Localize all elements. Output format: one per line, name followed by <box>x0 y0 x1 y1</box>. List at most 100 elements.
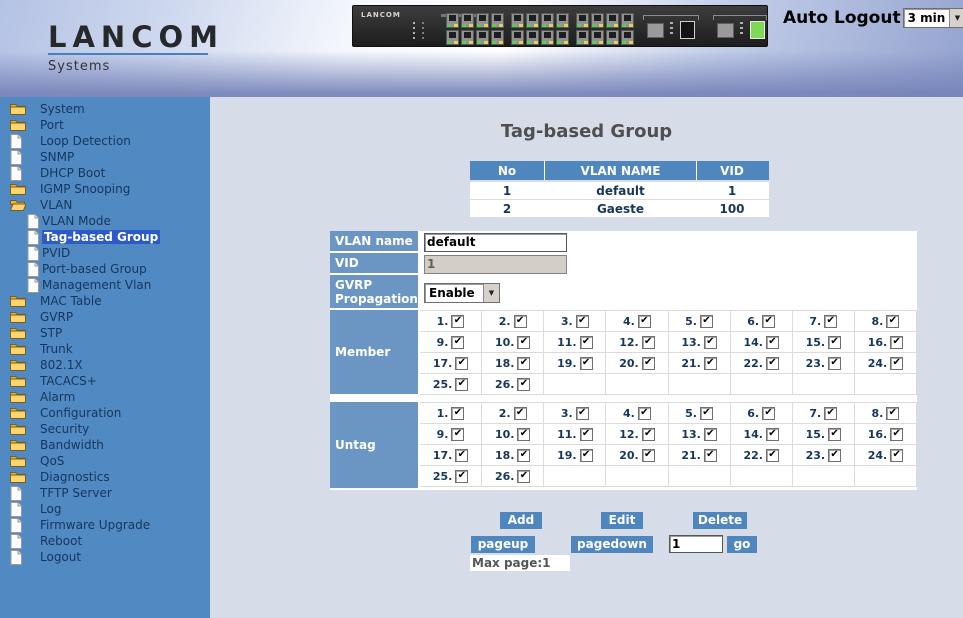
port-checkbox[interactable]: ✔ <box>580 357 593 370</box>
port-checkbox[interactable]: ✔ <box>762 315 775 328</box>
port-checkbox[interactable]: ✔ <box>828 449 841 462</box>
sidebar-item-stp[interactable]: STP <box>0 325 210 341</box>
port-checkbox[interactable]: ✔ <box>517 449 530 462</box>
device-combo-leds <box>670 22 673 34</box>
folder-icon <box>10 310 27 325</box>
port-checkbox[interactable]: ✔ <box>576 315 589 328</box>
port-checkbox[interactable]: ✔ <box>890 336 903 349</box>
port-checkbox[interactable]: ✔ <box>638 407 651 420</box>
sidebar-item-vlan[interactable]: VLAN <box>0 197 210 213</box>
sidebar-item-alarm[interactable]: Alarm <box>0 389 210 405</box>
port-checkbox[interactable]: ✔ <box>886 315 899 328</box>
port-checkbox[interactable]: ✔ <box>580 336 593 349</box>
sidebar-item-loop-detection[interactable]: Loop Detection <box>0 133 210 149</box>
port-checkbox[interactable]: ✔ <box>890 357 903 370</box>
port-checkbox[interactable]: ✔ <box>704 336 717 349</box>
port-checkbox[interactable]: ✔ <box>766 336 779 349</box>
sidebar-item-vlan-mode[interactable]: VLAN Mode <box>0 213 210 229</box>
port-checkbox[interactable]: ✔ <box>704 449 717 462</box>
delete-button[interactable]: Delete <box>693 512 747 529</box>
port-checkbox[interactable]: ✔ <box>517 357 530 370</box>
sidebar-item-label: 802.1X <box>40 358 83 372</box>
sidebar-item-tftp-server[interactable]: TFTP Server <box>0 485 210 501</box>
port-checkbox[interactable]: ✔ <box>828 428 841 441</box>
add-button[interactable]: Add <box>500 512 542 529</box>
port-checkbox[interactable]: ✔ <box>580 449 593 462</box>
gvrp-select[interactable]: Enable ▼ <box>424 283 500 303</box>
port-checkbox[interactable]: ✔ <box>828 357 841 370</box>
sidebar-item-security[interactable]: Security <box>0 421 210 437</box>
port-number: 13. <box>681 428 701 441</box>
port-checkbox[interactable]: ✔ <box>642 428 655 441</box>
sidebar-nav: SystemPortLoop DetectionSNMPDHCP BootIGM… <box>0 101 210 565</box>
port-checkbox[interactable]: ✔ <box>824 407 837 420</box>
vlan-name-input[interactable] <box>424 233 567 252</box>
port-checkbox[interactable]: ✔ <box>700 407 713 420</box>
port-checkbox[interactable]: ✔ <box>762 407 775 420</box>
auto-logout-select[interactable]: 3 min ▼ <box>903 8 963 28</box>
port-checkbox[interactable]: ✔ <box>455 378 468 391</box>
sidebar-item-management-vlan[interactable]: Management Vlan <box>0 277 210 293</box>
port-checkbox[interactable]: ✔ <box>890 428 903 441</box>
edit-button[interactable]: Edit <box>601 512 643 529</box>
port-checkbox[interactable]: ✔ <box>517 470 530 483</box>
sidebar-item-qos[interactable]: QoS <box>0 453 210 469</box>
sidebar-item-mac-table[interactable]: MAC Table <box>0 293 210 309</box>
port-checkbox[interactable]: ✔ <box>704 428 717 441</box>
port-checkbox[interactable]: ✔ <box>451 336 464 349</box>
port-checkbox[interactable]: ✔ <box>576 407 589 420</box>
header: LANCOM Systems LANCOM Auto Logout 3 min <box>0 0 963 97</box>
port-checkbox[interactable]: ✔ <box>517 336 530 349</box>
sidebar-item-snmp[interactable]: SNMP <box>0 149 210 165</box>
go-button[interactable]: go <box>727 536 757 553</box>
table-row[interactable]: 1default1 <box>470 182 769 199</box>
sidebar-item-firmware-upgrade[interactable]: Firmware Upgrade <box>0 517 210 533</box>
page-icon <box>27 262 41 277</box>
port-checkbox[interactable]: ✔ <box>451 315 464 328</box>
sidebar-item-gvrp[interactable]: GVRP <box>0 309 210 325</box>
sidebar-item-pvid[interactable]: PVID <box>0 245 210 261</box>
sidebar-item-reboot[interactable]: Reboot <box>0 533 210 549</box>
port-checkbox[interactable]: ✔ <box>766 428 779 441</box>
sidebar-item-configuration[interactable]: Configuration <box>0 405 210 421</box>
sidebar-item-port-based-group[interactable]: Port-based Group <box>0 261 210 277</box>
pageup-button[interactable]: pageup <box>471 536 535 553</box>
page-number-input[interactable] <box>669 535 723 553</box>
port-checkbox[interactable]: ✔ <box>886 407 899 420</box>
port-checkbox[interactable]: ✔ <box>517 428 530 441</box>
port-checkbox[interactable]: ✔ <box>642 449 655 462</box>
sidebar-item-port[interactable]: Port <box>0 117 210 133</box>
port-checkbox[interactable]: ✔ <box>451 407 464 420</box>
sidebar-item-dhcp-boot[interactable]: DHCP Boot <box>0 165 210 181</box>
port-checkbox[interactable]: ✔ <box>638 315 651 328</box>
port-checkbox[interactable]: ✔ <box>451 428 464 441</box>
port-checkbox[interactable]: ✔ <box>580 428 593 441</box>
sidebar-item-bandwidth[interactable]: Bandwidth <box>0 437 210 453</box>
port-checkbox[interactable]: ✔ <box>514 407 527 420</box>
sidebar-item-tacacs[interactable]: TACACS+ <box>0 373 210 389</box>
port-checkbox[interactable]: ✔ <box>766 357 779 370</box>
port-checkbox[interactable]: ✔ <box>828 336 841 349</box>
port-checkbox[interactable]: ✔ <box>455 470 468 483</box>
sidebar-item-igmp-snooping[interactable]: IGMP Snooping <box>0 181 210 197</box>
port-checkbox[interactable]: ✔ <box>455 449 468 462</box>
port-checkbox[interactable]: ✔ <box>514 315 527 328</box>
sidebar-item-system[interactable]: System <box>0 101 210 117</box>
pagedown-button[interactable]: pagedown <box>571 536 653 553</box>
sidebar-item-trunk[interactable]: Trunk <box>0 341 210 357</box>
port-checkbox[interactable]: ✔ <box>704 357 717 370</box>
sidebar-item-logout[interactable]: Logout <box>0 549 210 565</box>
port-checkbox[interactable]: ✔ <box>642 336 655 349</box>
port-checkbox[interactable]: ✔ <box>455 357 468 370</box>
port-checkbox[interactable]: ✔ <box>824 315 837 328</box>
port-checkbox[interactable]: ✔ <box>642 357 655 370</box>
table-row[interactable]: 2Gaeste100 <box>470 199 769 217</box>
port-checkbox[interactable]: ✔ <box>517 378 530 391</box>
sidebar-item-tag-based-group[interactable]: Tag-based Group <box>0 229 210 245</box>
sidebar-item-diagnostics[interactable]: Diagnostics <box>0 469 210 485</box>
sidebar-item-802-1x[interactable]: 802.1X <box>0 357 210 373</box>
sidebar-item-log[interactable]: Log <box>0 501 210 517</box>
port-checkbox[interactable]: ✔ <box>890 449 903 462</box>
port-checkbox[interactable]: ✔ <box>766 449 779 462</box>
port-checkbox[interactable]: ✔ <box>700 315 713 328</box>
